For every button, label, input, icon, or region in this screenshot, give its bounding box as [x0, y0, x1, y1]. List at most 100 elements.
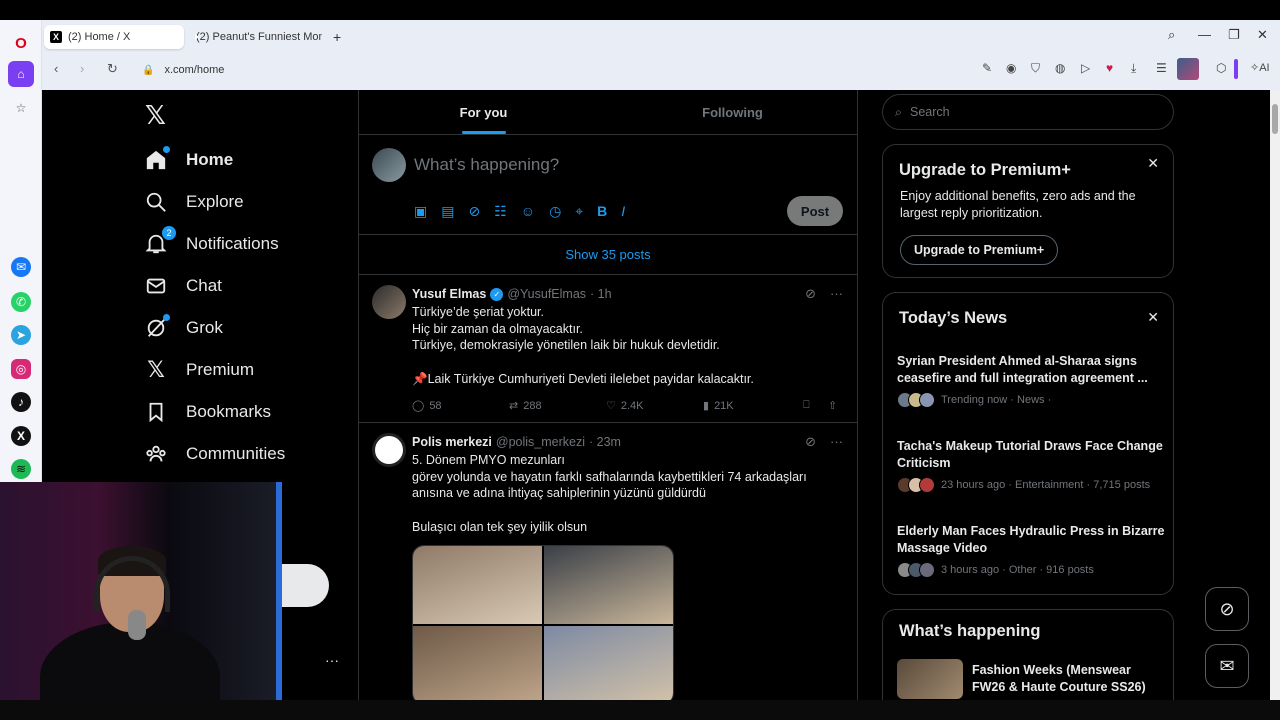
tiktok-icon[interactable]: ♪ — [11, 392, 31, 412]
share-button[interactable]: ⇧ — [828, 399, 837, 412]
bookmark-button[interactable]: ⎕ — [803, 399, 828, 412]
opera-logo-icon[interactable]: O — [8, 30, 34, 56]
show-posts-link[interactable]: Show 35 posts — [359, 235, 857, 275]
star-icon[interactable]: ☆ — [8, 95, 34, 121]
views-button[interactable]: ▮ 21K — [703, 399, 803, 413]
avatar[interactable] — [372, 433, 406, 467]
play-icon[interactable]: ▷ — [1081, 61, 1090, 75]
reload-button[interactable]: ↻ — [107, 61, 118, 77]
news-item[interactable]: Elderly Man Faces Hydraulic Press in Biz… — [897, 523, 1167, 578]
repost-button[interactable]: ⇄ 288 — [509, 399, 606, 413]
gif-icon[interactable]: ▤ — [441, 203, 454, 220]
grok-fab-icon[interactable]: ⊘ — [1205, 587, 1249, 631]
trend-title[interactable]: Fashion Weeks (Menswear FW26 & Haute Cou… — [972, 662, 1162, 695]
close-window-button[interactable]: ✕ — [1257, 27, 1268, 43]
more-options-icon[interactable]: ··· — [325, 652, 339, 668]
whatsapp-icon[interactable]: ✆ — [11, 292, 31, 312]
close-icon[interactable]: ✕ — [1147, 155, 1159, 172]
messages-fab-icon[interactable]: ✉ — [1205, 644, 1249, 688]
camera-icon[interactable]: ◉ — [1006, 61, 1016, 75]
forward-button[interactable]: › — [80, 61, 84, 76]
nav-communities[interactable]: Communities — [144, 442, 285, 466]
search-icon: ⌕ — [895, 104, 903, 119]
nav-chat[interactable]: Chat — [144, 274, 222, 298]
nav-grok[interactable]: Grok — [144, 314, 223, 340]
nav-explore[interactable]: Explore — [144, 190, 244, 214]
back-button[interactable]: ‹ — [54, 61, 58, 76]
page-scrollbar[interactable] — [1270, 90, 1280, 700]
heart-icon[interactable]: ♥ — [1106, 61, 1113, 75]
author-name[interactable]: Yusuf Elmas — [412, 287, 486, 301]
tweet-photo[interactable] — [413, 546, 542, 624]
x-app-icon[interactable]: X — [11, 426, 31, 446]
scrollbar-thumb[interactable] — [1272, 104, 1278, 134]
more-icon[interactable]: ··· — [830, 286, 843, 302]
edit-icon[interactable]: ✎ — [982, 61, 992, 75]
news-item[interactable]: Tacha's Makeup Tutorial Draws Face Chang… — [897, 438, 1167, 493]
news-item[interactable]: Syrian President Ahmed al-Sharaa signs c… — [897, 353, 1167, 408]
profile-avatar[interactable] — [1177, 58, 1199, 80]
author-handle[interactable]: @polis_merkezi — [496, 435, 585, 449]
news-meta: Trending now · News · — [941, 394, 1052, 406]
shield-icon[interactable]: ⛉ — [1031, 61, 1040, 76]
emoji-icon[interactable]: ☺ — [521, 203, 535, 220]
poll-icon[interactable]: ☷ — [494, 203, 507, 220]
telegram-icon[interactable]: ➤ — [11, 325, 31, 345]
spotify-icon[interactable]: ≋ — [11, 459, 31, 479]
minimize-button[interactable]: — — [1198, 27, 1211, 42]
search-tabs-icon[interactable]: ⌕ — [1168, 27, 1175, 43]
bold-icon[interactable]: B — [597, 203, 607, 220]
tab-following[interactable]: Following — [608, 90, 857, 134]
webcam-overlay — [0, 482, 282, 720]
new-tab-button[interactable]: + — [329, 25, 349, 49]
instagram-icon[interactable]: ◎ — [11, 359, 31, 379]
vpn-icon[interactable]: ◍ — [1055, 61, 1065, 75]
messenger-icon[interactable]: ✉ — [11, 257, 31, 277]
tab-for-you[interactable]: For you — [359, 90, 608, 134]
tab-home-x[interactable]: X (2) Home / X — [44, 25, 184, 49]
nav-label: Chat — [186, 276, 222, 295]
image-icon[interactable]: ▣ — [414, 203, 427, 220]
tweet-photo[interactable] — [544, 626, 673, 700]
reply-button[interactable]: ◯ 58 — [412, 399, 509, 413]
location-icon[interactable]: ⌖ — [575, 203, 583, 220]
url-text: x.com/home — [164, 64, 225, 76]
grok-icon[interactable]: ⊘ — [805, 286, 816, 302]
upgrade-button[interactable]: Upgrade to Premium+ — [900, 235, 1059, 265]
schedule-icon[interactable]: ◷ — [549, 203, 561, 220]
grok-icon[interactable]: ⊘ — [468, 203, 480, 220]
nav-premium[interactable]: 𝕏 Premium — [144, 357, 254, 382]
tweet-photo[interactable] — [413, 626, 542, 700]
compose-input[interactable]: What’s happening? — [414, 155, 559, 175]
home-icon[interactable]: ⌂ — [8, 61, 34, 87]
nav-label: Home — [186, 150, 234, 169]
search-input[interactable]: ⌕ Search — [882, 94, 1174, 130]
author-handle[interactable]: @YusufElmas — [507, 287, 586, 301]
maximize-button[interactable]: ❐ — [1228, 27, 1240, 43]
sidebar-post-button[interactable] — [282, 564, 329, 607]
tweet[interactable]: Polis merkezi @polis_merkezi · 23m ⊘ ···… — [359, 423, 857, 700]
trend-thumbnail[interactable] — [897, 659, 963, 699]
download-icon[interactable]: ⤓ — [1131, 61, 1136, 76]
more-icon[interactable]: ··· — [830, 434, 843, 450]
ai-button[interactable]: ✧AI — [1250, 61, 1270, 74]
italic-icon[interactable]: I — [621, 203, 625, 220]
tweet-media[interactable] — [412, 545, 674, 700]
tab-youtube[interactable]: (2) Peanut's Funniest Mom — [184, 25, 322, 49]
tweet-photo[interactable] — [544, 546, 673, 624]
tweet[interactable]: Yusuf Elmas ✓ @YusufElmas · 1h ⊘ ··· Tür… — [359, 275, 857, 423]
post-button[interactable]: Post — [787, 196, 843, 226]
cube-icon[interactable]: ⬡ — [1216, 61, 1226, 75]
author-name[interactable]: Polis merkezi — [412, 435, 492, 449]
nav-home[interactable]: Home — [144, 146, 234, 172]
menu-icon[interactable]: ☰ — [1156, 61, 1167, 75]
avatar[interactable] — [372, 148, 406, 182]
grok-icon[interactable]: ⊘ — [805, 434, 816, 450]
url-field[interactable]: 🔒 x.com/home — [132, 56, 1012, 84]
nav-bookmarks[interactable]: Bookmarks — [144, 400, 271, 424]
close-icon[interactable]: ✕ — [1147, 309, 1159, 326]
avatar[interactable] — [372, 285, 406, 319]
nav-notifications[interactable]: 2 Notifications — [144, 226, 279, 256]
like-button[interactable]: ♡ 2.4K — [606, 399, 703, 413]
x-logo-icon[interactable]: 𝕏 — [145, 100, 166, 131]
